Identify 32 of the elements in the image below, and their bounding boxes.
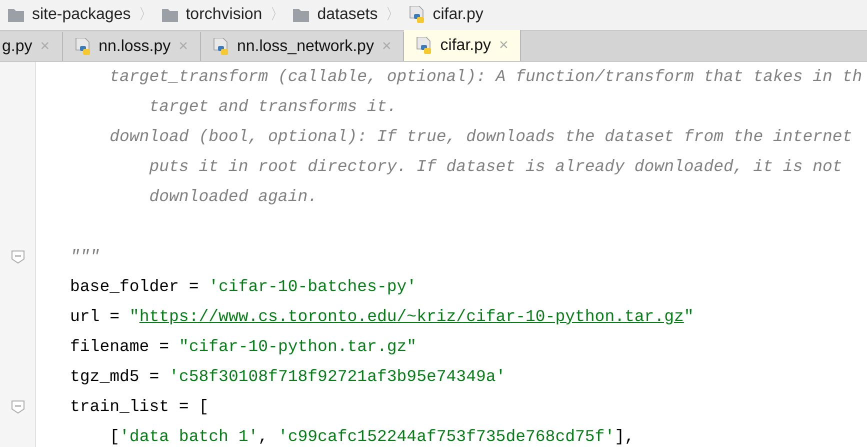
chevron-icon: 〉 bbox=[386, 4, 401, 26]
folder-icon bbox=[293, 8, 310, 22]
editor-tab[interactable]: g.py × bbox=[0, 32, 63, 61]
code-line: tgz_md5 = 'c58f30108f718f92721af3b95e74349a' bbox=[70, 366, 506, 388]
code-line: filename = "cifar-10-python.tar.gz" bbox=[70, 336, 417, 358]
code-line: base_folder = 'cifar-10-batches-py' bbox=[70, 276, 417, 298]
python-file-icon bbox=[416, 36, 432, 54]
code-line: target_transform (callable, optional): A function/transform that takes in th bbox=[108, 66, 862, 88]
chevron-icon: 〉 bbox=[138, 4, 154, 26]
editor-tab[interactable]: nn.loss_network.py × bbox=[200, 32, 404, 61]
code-line: download (bool, optional): If true, downloads the dataset from the internet bbox=[108, 126, 852, 148]
folder-icon bbox=[162, 8, 178, 22]
folder-icon bbox=[8, 8, 24, 22]
python-file-icon bbox=[74, 38, 91, 56]
code-line: train_list = [ bbox=[70, 396, 209, 418]
fold-marker-icon[interactable] bbox=[10, 400, 24, 414]
breadcrumb-item[interactable]: datasets bbox=[317, 3, 378, 27]
breadcrumb-item[interactable]: site-packages bbox=[32, 3, 131, 27]
code-line: target and transforms it. bbox=[148, 96, 397, 118]
python-file-icon bbox=[408, 6, 425, 24]
editor-tab[interactable]: nn.loss.py × bbox=[62, 32, 201, 61]
code-line: puts it in root directory. If dataset is already downloaded, it is not bbox=[148, 156, 842, 178]
code-line: url = "https://www.cs.toronto.edu/~kriz/cifar-10-python.tar.gz" bbox=[70, 306, 694, 328]
code-line: """ bbox=[70, 246, 100, 268]
breadcrumb-item[interactable]: torchvision bbox=[186, 3, 262, 27]
python-file-icon bbox=[212, 38, 229, 56]
editor-tab[interactable]: cifar.py × bbox=[404, 30, 522, 61]
code-line: ['data batch 1', 'c99cafc152244af753f735de768cd75f'], bbox=[108, 426, 634, 447]
breadcrumb-item[interactable]: cifar.py bbox=[432, 3, 484, 27]
code-line: downloaded again. bbox=[148, 186, 318, 208]
chevron-icon: 〉 bbox=[270, 4, 286, 26]
fold-marker-icon[interactable] bbox=[10, 250, 24, 264]
